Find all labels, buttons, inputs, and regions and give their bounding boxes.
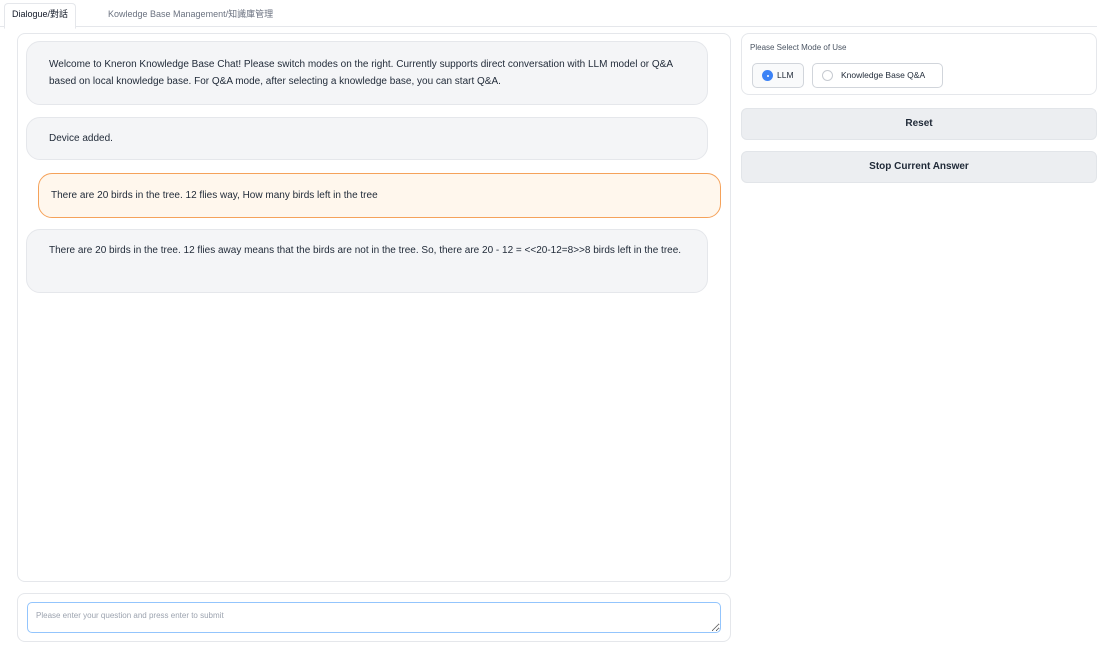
reset-button[interactable]: Reset [741,108,1097,140]
stop-answer-button[interactable]: Stop Current Answer [741,151,1097,183]
mode-selector: Please Select Mode of Use LLM Knowledge … [741,33,1097,95]
tab-dialogue[interactable]: Dialogue/對話 [4,3,77,29]
tab-bar: Dialogue/對話 Kowledge Base Management/知識庫… [0,0,1097,29]
question-input[interactable] [27,602,721,633]
user-message: There are 20 birds in the tree. 12 flies… [38,173,721,218]
mode-option-llm[interactable]: LLM [752,63,804,88]
radio-selected-icon [762,70,773,81]
chat-panel: Welcome to Kneron Knowledge Base Chat! P… [17,33,731,582]
mode-label: Please Select Mode of Use [750,43,847,52]
bot-message: Device added. [26,117,708,160]
bot-message: There are 20 birds in the tree. 12 flies… [26,229,708,293]
radio-unselected-icon [822,70,833,81]
mode-option-label: Knowledge Base Q&A [841,70,926,80]
bot-message: Welcome to Kneron Knowledge Base Chat! P… [26,41,708,105]
mode-option-knowledge-base-qa[interactable]: Knowledge Base Q&A [812,63,943,88]
tab-knowledge-base-management[interactable]: Kowledge Base Management/知識庫管理 [108,7,273,21]
mode-option-label: LLM [777,70,794,80]
input-panel [17,593,731,642]
